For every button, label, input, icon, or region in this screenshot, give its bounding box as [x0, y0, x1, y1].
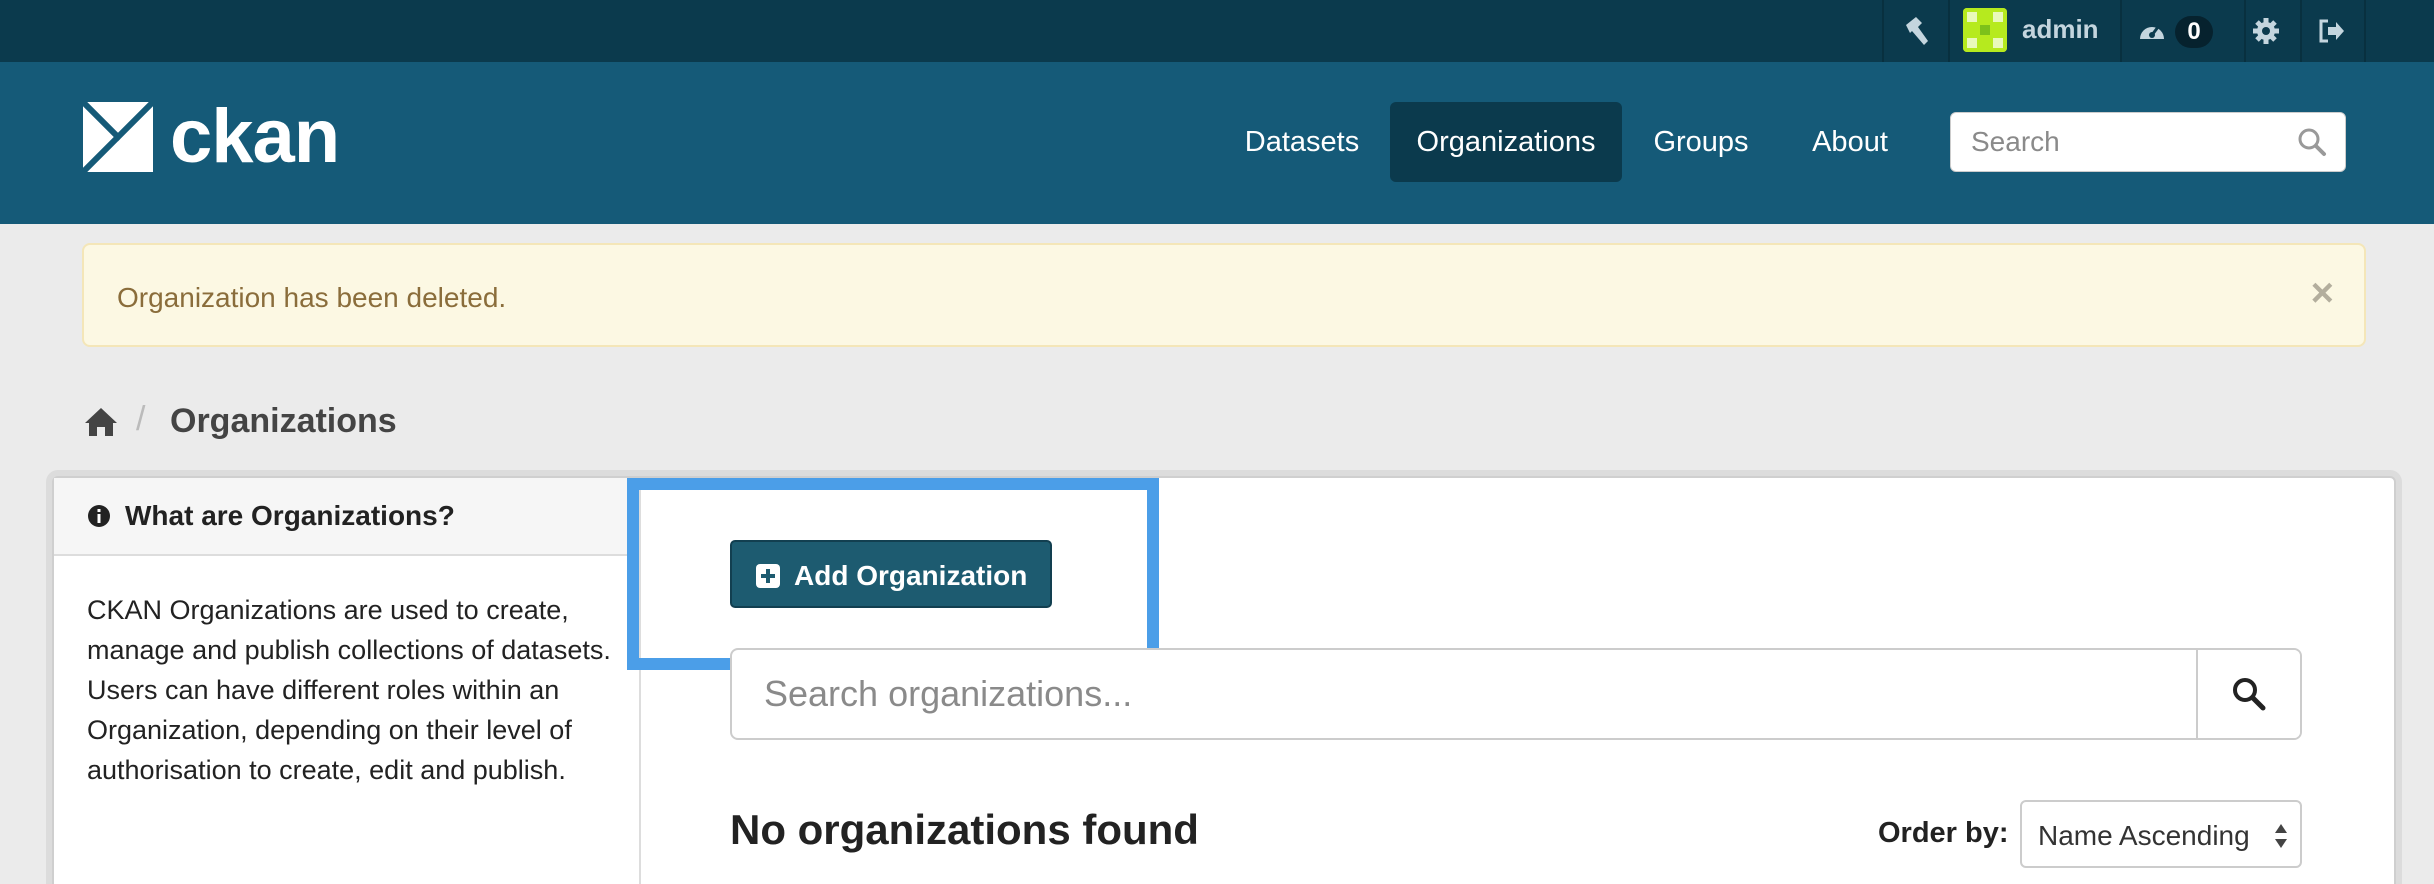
- nav-organizations[interactable]: Organizations: [1390, 102, 1622, 182]
- add-organization-button[interactable]: Add Organization: [730, 540, 1052, 608]
- order-by-label: Order by:: [1878, 817, 2009, 849]
- divider: [2120, 0, 2122, 62]
- dashboard-gauge-icon[interactable]: [2136, 15, 2168, 47]
- nav-about[interactable]: About: [1800, 102, 1900, 182]
- order-by-value: Name Ascending: [2038, 820, 2250, 851]
- sidebar: What are Organizations? CKAN Organizatio…: [54, 478, 641, 884]
- sidebar-description: CKAN Organizations are used to create, m…: [87, 595, 611, 785]
- no-results-heading: No organizations found: [730, 806, 1199, 853]
- sysadmin-hammer-icon[interactable]: [1900, 15, 1932, 47]
- divider: [1882, 0, 1884, 62]
- account-bar: admin 0: [0, 0, 2434, 62]
- site-search-input[interactable]: [1951, 113, 2281, 171]
- plus-square-icon: [756, 564, 780, 588]
- nav-groups[interactable]: Groups: [1640, 102, 1762, 182]
- username-link[interactable]: admin: [2022, 14, 2099, 45]
- flash-message: Organization has been deleted. ×: [82, 243, 2366, 347]
- divider: [2244, 0, 2246, 62]
- order-by-select[interactable]: Name Ascending: [2020, 800, 2302, 868]
- site-search: [1950, 112, 2346, 172]
- divider: [1948, 0, 1950, 62]
- organization-search-button[interactable]: [2198, 650, 2300, 738]
- ckan-logo-icon[interactable]: [83, 102, 153, 172]
- logout-icon[interactable]: [2316, 15, 2348, 47]
- breadcrumb-current[interactable]: Organizations: [170, 402, 397, 441]
- nav-datasets[interactable]: Datasets: [1228, 102, 1376, 182]
- avatar[interactable]: [1963, 8, 2007, 52]
- sidebar-heading: What are Organizations?: [54, 478, 639, 556]
- select-arrows-icon: [2275, 824, 2287, 848]
- masthead: ckan Datasets Organizations Groups About: [0, 62, 2434, 224]
- search-icon[interactable]: [2297, 127, 2327, 157]
- breadcrumb-separator: /: [136, 400, 146, 438]
- divider: [2300, 0, 2302, 62]
- sidebar-heading-text: What are Organizations?: [125, 500, 455, 531]
- close-alert-button[interactable]: ×: [2311, 273, 2334, 313]
- divider: [2364, 0, 2366, 62]
- info-icon: [88, 505, 110, 527]
- organization-search-input[interactable]: [732, 650, 2196, 738]
- dashboard-count-badge[interactable]: 0: [2175, 16, 2213, 48]
- home-icon[interactable]: [83, 406, 119, 438]
- site-name-logo[interactable]: ckan: [170, 92, 340, 182]
- search-icon: [2233, 678, 2266, 711]
- flash-message-text: Organization has been deleted.: [117, 282, 507, 313]
- organization-search: [730, 648, 2302, 740]
- settings-gear-icon[interactable]: [2250, 15, 2282, 47]
- add-organization-label: Add Organization: [794, 560, 1028, 591]
